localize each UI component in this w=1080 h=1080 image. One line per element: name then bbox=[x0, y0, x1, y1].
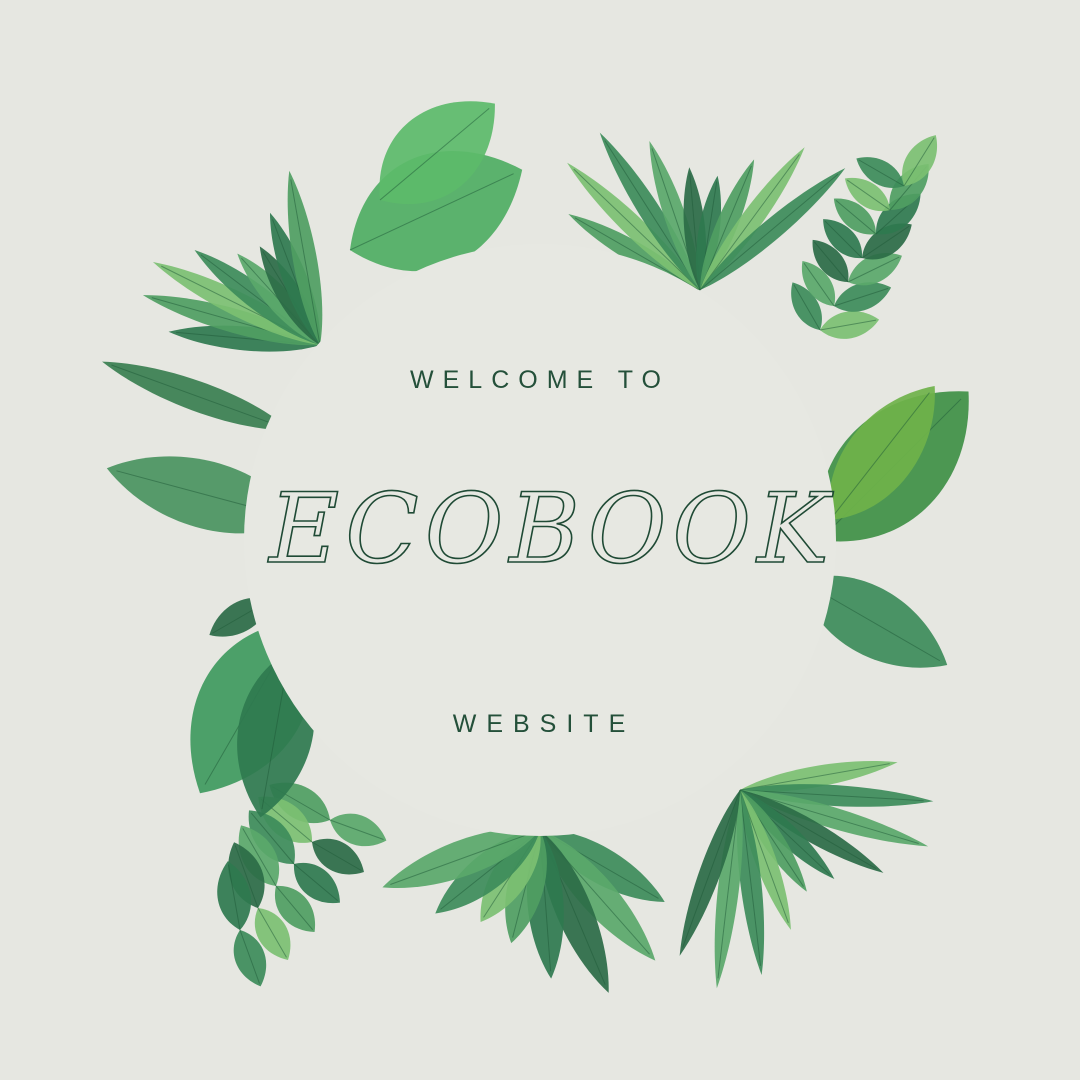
title-ecobook: ECOBOOK bbox=[267, 473, 835, 585]
welcome-to-text: WELCOME TO bbox=[410, 366, 670, 394]
leaf-wreath-illustration: ECOBOOK bbox=[102, 101, 969, 993]
website-text: WEBSITE bbox=[452, 710, 636, 738]
